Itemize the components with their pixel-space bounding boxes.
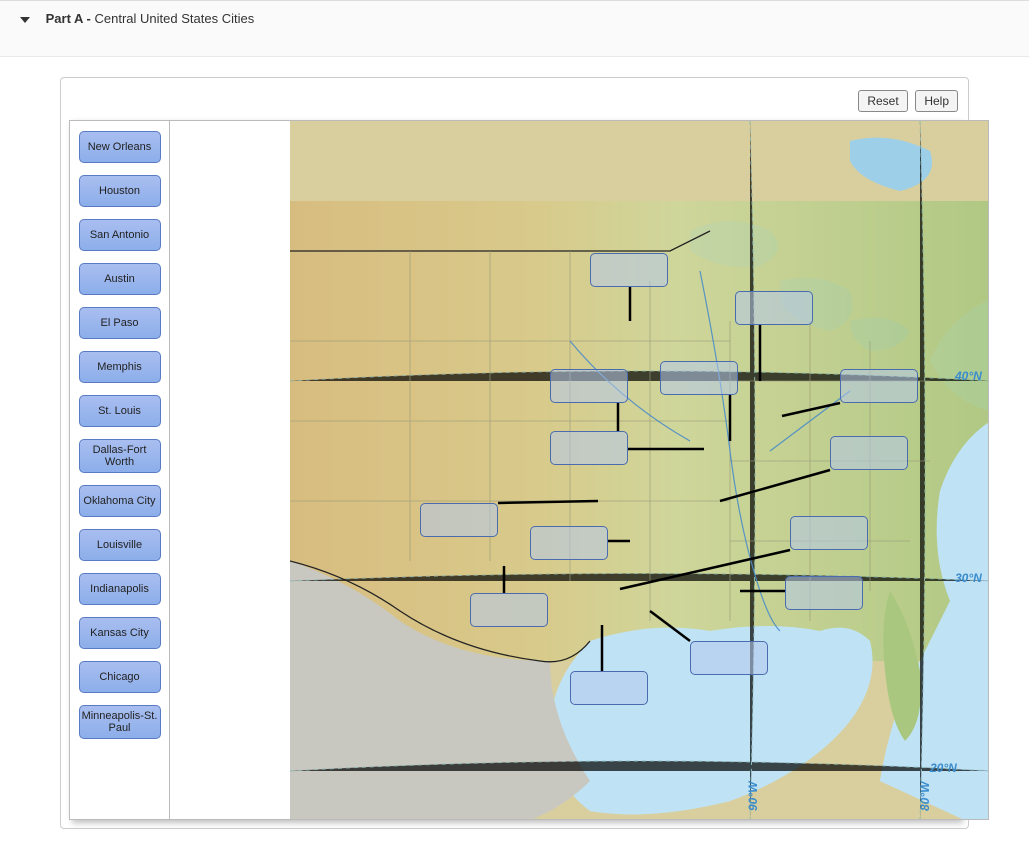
chip-austin[interactable]: Austin (79, 263, 161, 295)
chip-chicago[interactable]: Chicago (79, 661, 161, 693)
chip-houston[interactable]: Houston (79, 175, 161, 207)
part-title: Central United States Cities (95, 11, 255, 26)
part-label: Part A - (46, 11, 91, 26)
drop-target[interactable] (470, 593, 548, 627)
chip-san-antonio[interactable]: San Antonio (79, 219, 161, 251)
stage: New Orleans Houston San Antonio Austin E… (69, 120, 989, 820)
chip-st-louis[interactable]: St. Louis (79, 395, 161, 427)
drop-target[interactable] (420, 503, 498, 537)
map-area: 40°N 30°N 20°N 90°W 80°W (170, 121, 988, 819)
collapse-icon[interactable] (20, 17, 30, 23)
chip-el-paso[interactable]: El Paso (79, 307, 161, 339)
drop-target[interactable] (590, 253, 668, 287)
drop-target[interactable] (785, 576, 863, 610)
map-svg (290, 121, 988, 819)
drop-target[interactable] (570, 671, 648, 705)
label-palette: New Orleans Houston San Antonio Austin E… (70, 121, 170, 819)
lon-90w: 90°W (746, 782, 760, 811)
drop-target[interactable] (790, 516, 868, 550)
drop-target[interactable] (660, 361, 738, 395)
drop-target[interactable] (690, 641, 768, 675)
chip-dallas-fort-worth[interactable]: Dallas-Fort Worth (79, 439, 161, 473)
lat-40n: 40°N (955, 369, 982, 383)
chip-oklahoma-city[interactable]: Oklahoma City (79, 485, 161, 517)
chip-indianapolis[interactable]: Indianapolis (79, 573, 161, 605)
drop-target[interactable] (530, 526, 608, 560)
chip-louisville[interactable]: Louisville (79, 529, 161, 561)
drop-target[interactable] (735, 291, 813, 325)
drop-target[interactable] (550, 369, 628, 403)
chip-kansas-city[interactable]: Kansas City (79, 617, 161, 649)
lat-20n: 20°N (930, 761, 957, 775)
chip-memphis[interactable]: Memphis (79, 351, 161, 383)
chip-minneapolis-st-paul[interactable]: Minneapolis-St. Paul (79, 705, 161, 739)
drop-target[interactable] (550, 431, 628, 465)
help-button[interactable]: Help (915, 90, 958, 112)
lon-80w: 80°W (918, 782, 932, 811)
drop-target[interactable] (840, 369, 918, 403)
chip-new-orleans[interactable]: New Orleans (79, 131, 161, 163)
drop-target[interactable] (830, 436, 908, 470)
lat-30n: 30°N (955, 571, 982, 585)
section-header[interactable]: Part A - Central United States Cities (0, 0, 1029, 57)
reset-button[interactable]: Reset (858, 90, 907, 112)
activity-panel: Reset Help New Orleans Houston San Anton… (60, 77, 969, 829)
toolbar: Reset Help (69, 86, 960, 120)
